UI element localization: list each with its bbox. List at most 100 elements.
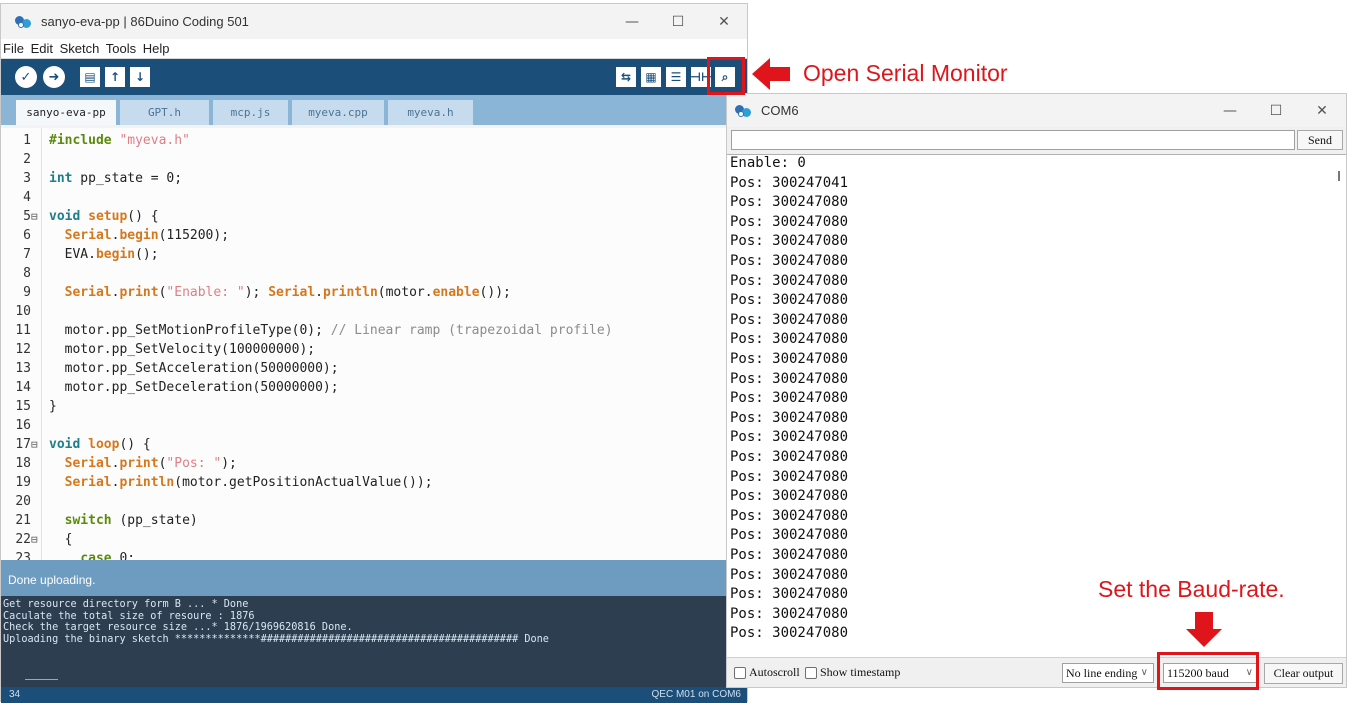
line-number: 23 — [15, 551, 31, 560]
serial-close-button[interactable]: ✕ — [1299, 94, 1345, 127]
line-number: 14 — [15, 380, 31, 395]
app-logo-icon — [15, 13, 33, 31]
code-token: loop — [88, 437, 120, 452]
code-token: print — [119, 285, 159, 300]
code-token: Serial — [64, 475, 112, 490]
fold-toggle-icon[interactable]: ⊟ — [31, 207, 38, 226]
menu-tools[interactable]: Tools — [106, 41, 136, 56]
code-token: motor.pp_SetVelocity(100000000); — [49, 342, 316, 357]
line-number: 16 — [15, 418, 31, 433]
code-text: void loop() { — [49, 435, 151, 454]
line-number: 19 — [15, 475, 31, 490]
menu-edit[interactable]: Edit — [31, 41, 53, 56]
output-line: Pos: 300247080 — [730, 253, 849, 269]
code-line: 7 EVA.begin(); — [1, 245, 747, 264]
line-ending-select[interactable]: No line ending ∨ — [1062, 663, 1154, 683]
code-token: (115200); — [158, 228, 230, 243]
close-button[interactable]: ✕ — [701, 4, 747, 39]
tab-sanyo-eva-pp[interactable]: sanyo-eva-pp — [16, 100, 116, 125]
console-scrollbar[interactable] — [1, 670, 747, 687]
save-sketch-button[interactable]: ↓ — [130, 67, 150, 87]
code-line: 12 motor.pp_SetVelocity(100000000); — [1, 340, 747, 359]
output-line: Pos: 300247080 — [730, 625, 849, 642]
serial-maximize-button[interactable]: ☐ — [1253, 94, 1299, 127]
minimize-button[interactable]: — — [609, 4, 655, 39]
board-port-label: QEC M01 on COM6 — [651, 689, 741, 700]
output-line: Pos: 300247080 — [730, 429, 849, 446]
menu-sketch[interactable]: Sketch — [60, 41, 100, 56]
ide-window: sanyo-eva-pp | 86Duino Coding 501 — ☐ ✕ … — [0, 3, 748, 703]
code-token: motor.pp_SetDeceleration(50000000); — [49, 380, 339, 395]
line-number: 12 — [15, 342, 31, 357]
code-token: (motor. — [377, 285, 433, 300]
cursor-line-number: 34 — [9, 689, 21, 700]
new-sketch-button[interactable]: ▤ — [80, 67, 100, 87]
tab-bar: sanyo-eva-pp GPT.h mcp.js myeva.cpp myev… — [1, 95, 747, 125]
code-editor[interactable]: 1 #include "myeva.h" 2 3 int pp_state = 0; 4 5… — [1, 128, 747, 560]
fold-toggle-icon[interactable]: ⊟ — [31, 530, 38, 549]
line-number: 22 — [15, 532, 31, 547]
code-token: Serial — [64, 228, 112, 243]
code-token: int — [49, 171, 73, 186]
clear-output-button[interactable]: Clear output — [1264, 663, 1343, 684]
code-token: enable — [432, 285, 480, 300]
code-line: 18 Serial.print("Pos: "); — [1, 454, 747, 473]
window-title: sanyo-eva-pp | 86Duino Coding 501 — [41, 14, 249, 29]
line-number: 4 — [23, 190, 31, 205]
maximize-button[interactable]: ☐ — [655, 4, 701, 39]
verify-button[interactable]: ✓ — [15, 66, 37, 88]
tab-myeva-h[interactable]: myeva.h — [388, 100, 473, 125]
console-line: Get resource directory form B ... * Done — [3, 599, 249, 610]
code-token: println — [119, 475, 175, 490]
set-baud-rate-annotation: Set the Baud-rate. — [1098, 576, 1285, 602]
line-number: 6 — [23, 228, 31, 243]
autoscroll-checkbox[interactable] — [734, 667, 746, 679]
code-token: Serial — [64, 285, 112, 300]
tab-gpt-h[interactable]: GPT.h — [120, 100, 209, 125]
code-line: 9 Serial.print("Enable: "); Serial.print… — [1, 283, 747, 302]
code-text: Serial.begin(115200); — [49, 226, 229, 245]
list-icon[interactable]: ☰ — [666, 67, 686, 87]
serial-send-input[interactable] — [731, 130, 1295, 150]
code-text: int pp_state = 0; — [49, 169, 182, 188]
menu-file[interactable]: File — [3, 41, 24, 56]
output-line: Pos: 300247080 — [730, 488, 849, 505]
code-text: motor.pp_SetAcceleration(50000000); — [49, 359, 339, 378]
output-line: Pos: 300247080 — [730, 566, 849, 583]
code-line: 4 — [1, 188, 747, 207]
serial-window-title: COM6 — [761, 103, 799, 118]
upload-button[interactable]: ➜ — [43, 66, 65, 88]
send-button[interactable]: Send — [1297, 130, 1343, 150]
output-line: Pos: 300247080 — [730, 527, 849, 544]
show-timestamp-checkbox[interactable] — [805, 667, 817, 679]
menu-help[interactable]: Help — [143, 41, 170, 56]
code-text: motor.pp_SetVelocity(100000000); — [49, 340, 315, 359]
code-token: Serial — [64, 456, 112, 471]
code-token: begin — [119, 228, 159, 243]
serial-minimize-button[interactable]: — — [1207, 94, 1253, 127]
board-icon[interactable]: ▦ — [641, 67, 661, 87]
tab-mcp-js[interactable]: mcp.js — [213, 100, 288, 125]
autoscroll-label: Autoscroll — [749, 665, 800, 679]
line-number: 5 — [23, 209, 31, 224]
code-token: switch — [64, 513, 112, 528]
code-line: 15} — [1, 397, 747, 416]
app-logo-icon — [735, 102, 753, 120]
output-line: Pos: 300247080 — [730, 311, 849, 328]
output-line: Enable: 0 — [730, 155, 806, 171]
line-number: 20 — [15, 494, 31, 509]
fold-toggle-icon[interactable]: ⊟ — [31, 435, 38, 454]
baud-rate-highlight — [1157, 652, 1259, 690]
code-token: () { — [127, 209, 159, 224]
code-line: 2 — [1, 150, 747, 169]
chevron-down-icon: ∨ — [1140, 667, 1148, 678]
swap-icon[interactable]: ⇆ — [616, 67, 636, 87]
code-line: 13 motor.pp_SetAcceleration(50000000); — [1, 359, 747, 378]
code-token: println — [322, 285, 378, 300]
code-token: void — [49, 209, 81, 224]
tab-myeva-cpp[interactable]: myeva.cpp — [292, 100, 384, 125]
open-sketch-button[interactable]: ↑ — [105, 67, 125, 87]
output-scrollbar[interactable] — [1338, 171, 1340, 181]
